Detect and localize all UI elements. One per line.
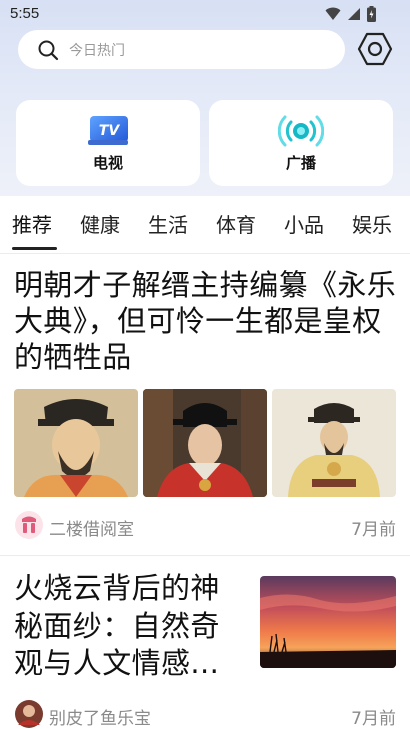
category-tabs: 推荐 健康 生活 体育 小品 娱乐: [0, 196, 410, 254]
tab-life[interactable]: 生活: [148, 209, 188, 238]
wifi-icon: [325, 7, 341, 20]
radio-card[interactable]: 广播: [209, 100, 393, 186]
publish-time: 7月前: [351, 520, 396, 540]
tab-sports[interactable]: 体育: [216, 209, 256, 238]
search-icon: [38, 40, 59, 60]
tv-icon: TV: [88, 116, 128, 145]
active-tab-indicator: [12, 247, 57, 250]
tab-health[interactable]: 健康: [80, 209, 120, 238]
article-title[interactable]: 火烧云背后的神秘面纱：自然奇观与人文情感...: [14, 570, 244, 683]
battery-icon: [367, 6, 376, 22]
source-avatar-icon[interactable]: [14, 699, 44, 729]
status-bar: 5:55: [0, 0, 410, 28]
tab-skits[interactable]: 小品: [284, 209, 324, 238]
tv-card-label: 电视: [92, 154, 123, 172]
article-meta: 别皮了鱼乐宝 7月前: [14, 699, 396, 729]
publish-time: 7月前: [351, 709, 396, 729]
tab-entertainment[interactable]: 娱乐: [352, 209, 392, 238]
cellular-signal-icon: [348, 8, 360, 20]
status-time: 5:55: [10, 5, 40, 22]
article-image-portrait-3: [272, 389, 396, 497]
radio-card-label: 广播: [285, 154, 316, 172]
source-name[interactable]: 二楼借阅室: [49, 515, 134, 540]
tab-recommend[interactable]: 推荐: [12, 209, 52, 238]
article-image-portrait-2: [143, 389, 267, 497]
settings-hex-icon[interactable]: [357, 31, 393, 67]
source-name[interactable]: 别皮了鱼乐宝: [49, 704, 151, 729]
tv-badge-text: TV: [99, 123, 121, 139]
source-avatar-icon[interactable]: [14, 510, 44, 540]
search-input[interactable]: 今日热门: [18, 30, 345, 69]
radio-broadcast-icon: [278, 115, 324, 147]
article-title[interactable]: 明朝才子解缙主持编纂《永乐大典》，但可怜一生都是皇权的牺牲品: [14, 267, 400, 375]
tv-card[interactable]: TV 电视: [16, 100, 200, 186]
divider: [0, 555, 410, 556]
article-image-portrait-1: [14, 389, 138, 497]
article-card[interactable]: 明朝才子解缙主持编纂《永乐大典》，但可怜一生都是皇权的牺牲品 二楼借阅室 7月前: [0, 255, 410, 555]
article-meta: 二楼借阅室 7月前: [14, 510, 396, 540]
article-image-sunset: [260, 576, 396, 668]
status-icons: [325, 6, 376, 22]
search-placeholder: 今日热门: [69, 42, 125, 59]
